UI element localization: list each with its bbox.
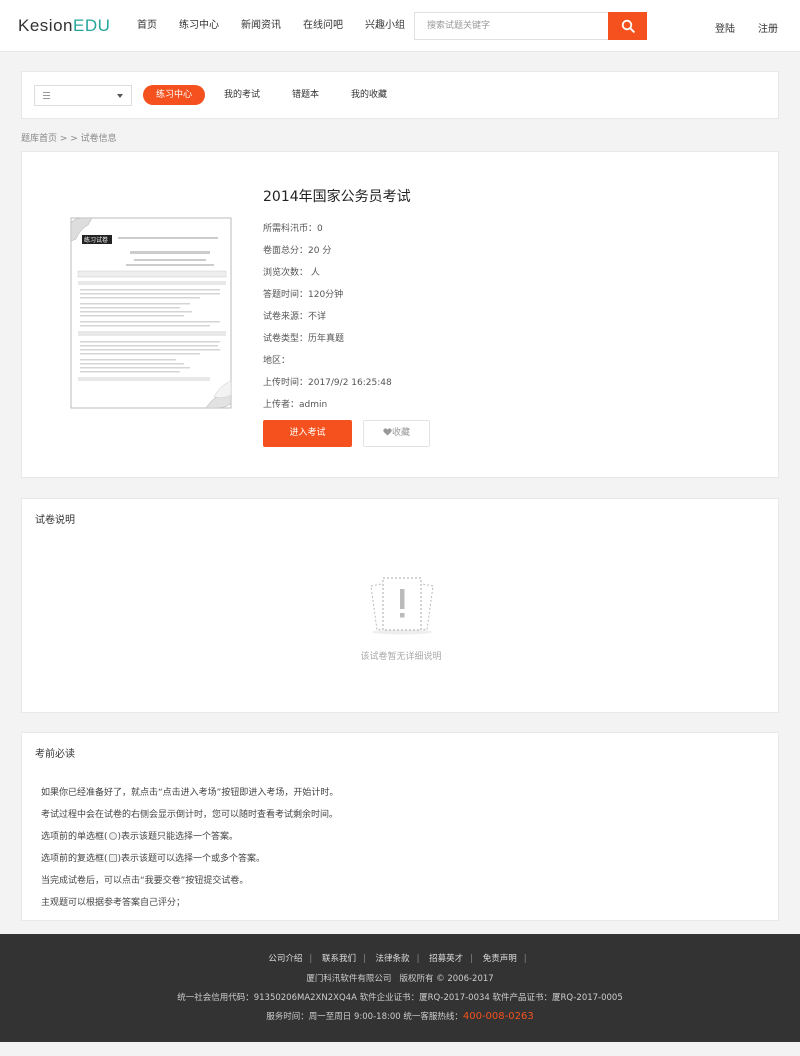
notice-title: 考前必读 bbox=[35, 749, 75, 760]
favorite-button[interactable]: 收藏 bbox=[363, 420, 430, 447]
radio-sample-icon bbox=[108, 832, 117, 840]
footer-copyright: 版权所有 © 2006-2017 bbox=[399, 974, 494, 984]
nav-practice[interactable]: 练习中心 bbox=[179, 0, 219, 52]
notice-line-4-prefix: 选项前的复选框( bbox=[41, 854, 108, 864]
main-nav: 首页 练习中心 新闻资讯 在线问吧 兴趣小组 bbox=[137, 0, 427, 52]
checkbox-sample-icon bbox=[108, 854, 117, 862]
exam-field-upload-time: 上传时间：2017/9/2 16:25:48 bbox=[263, 378, 392, 388]
site-footer: 公司介绍 | 联系我们 | 法律条款 | 招募英才 | 免责声明 | 厦门科汛软件有限公司… bbox=[0, 934, 800, 1042]
menu-icon bbox=[43, 92, 50, 99]
search-input[interactable] bbox=[415, 13, 608, 39]
footer-link-careers[interactable]: 招募英才 bbox=[429, 954, 463, 964]
notice-line-4-suffix: )表示该题可以选择一个或多个答案。 bbox=[117, 854, 266, 864]
footer-link-contact[interactable]: 联系我们 bbox=[322, 954, 356, 964]
breadcrumb[interactable]: 题库首页 > > 试卷信息 bbox=[21, 131, 117, 144]
footer-link-about[interactable]: 公司介绍 bbox=[268, 954, 302, 964]
tab-bar: 练习中心 我的考试 错题本 我的收藏 bbox=[21, 71, 779, 119]
exam-field-duration: 答题时间：120分钟 bbox=[263, 290, 344, 300]
logo-main: Kesion bbox=[18, 16, 73, 35]
tabs: 练习中心 我的考试 错题本 我的收藏 bbox=[143, 85, 406, 105]
logo[interactable]: KesionEDU bbox=[18, 16, 110, 36]
notice-line-1: 如果你已经准备好了，就点击“点击进入考场”按钮即进入考场，开始计时。 bbox=[41, 788, 339, 798]
notice-line-3: 选项前的单选框( )表示该题只能选择一个答案。 bbox=[41, 829, 238, 842]
nav-home[interactable]: 首页 bbox=[137, 0, 157, 52]
logo-accent: EDU bbox=[72, 16, 111, 35]
svg-text:练习试卷: 练习试卷 bbox=[84, 236, 108, 244]
enter-exam-button[interactable]: 进入考试 bbox=[263, 420, 352, 447]
exam-info-card: 练习试卷 2014年国家公务员考试 所需科汛币：0 卷面总分：20 分 浏览次数… bbox=[21, 151, 779, 478]
empty-document-icon bbox=[370, 577, 434, 635]
exam-field-type: 试卷类型：历年真题 bbox=[263, 334, 345, 344]
footer-company-line: 厦门科汛软件有限公司 版权所有 © 2006-2017 bbox=[0, 972, 800, 984]
tab-wrong-questions[interactable]: 错题本 bbox=[279, 85, 332, 105]
search-button[interactable] bbox=[608, 12, 647, 40]
description-title: 试卷说明 bbox=[35, 515, 75, 526]
notice-line-6: 主观题可以根据参考答案自己评分； bbox=[41, 898, 186, 908]
exam-notice-card: 考前必读 如果你已经准备好了，就点击“点击进入考场”按钮即进入考场，开始计时。 … bbox=[21, 732, 779, 921]
footer-link-disclaimer[interactable]: 免责声明 bbox=[483, 954, 517, 964]
notice-line-2: 考试过程中会在试卷的右侧会显示倒计时，您可以随时查看考试剩余时间。 bbox=[41, 810, 339, 820]
tab-my-favorites[interactable]: 我的收藏 bbox=[338, 85, 400, 105]
notice-line-4: 选项前的复选框( )表示该题可以选择一个或多个答案。 bbox=[41, 851, 265, 864]
register-link[interactable]: 注册 bbox=[758, 20, 778, 35]
tab-practice-center[interactable]: 练习中心 bbox=[143, 85, 206, 105]
nav-news[interactable]: 新闻资讯 bbox=[241, 0, 281, 52]
exam-field-coins: 所需科汛币：0 bbox=[263, 224, 323, 234]
notice-line-5: 当完成试卷后，可以点击“我要交卷”按钮提交试卷。 bbox=[41, 876, 249, 886]
footer-service: 服务时间：周一至周日 9:00-18:00 统一客服热线： bbox=[266, 1012, 463, 1022]
empty-description-text: 该试卷暂无详细说明 bbox=[360, 652, 442, 662]
heart-icon bbox=[383, 428, 392, 436]
footer-links: 公司介绍 | 联系我们 | 法律条款 | 招募英才 | 免责声明 | bbox=[268, 954, 527, 964]
exam-field-views: 浏览次数： 人 bbox=[263, 268, 320, 278]
site-header: KesionEDU 首页 练习中心 新闻资讯 在线问吧 兴趣小组 登陆 注册 bbox=[0, 0, 800, 52]
notice-line-3-suffix: )表示该题只能选择一个答案。 bbox=[117, 832, 239, 842]
notice-line-3-prefix: 选项前的单选框( bbox=[41, 832, 108, 842]
exam-field-total-score: 卷面总分：20 分 bbox=[263, 246, 332, 256]
tab-my-exams[interactable]: 我的考试 bbox=[211, 85, 273, 105]
exam-description-card: 试卷说明 该试卷暂无详细说明 bbox=[21, 498, 779, 713]
login-link[interactable]: 登陆 bbox=[715, 20, 735, 35]
search-box bbox=[414, 12, 647, 40]
chevron-down-icon bbox=[117, 94, 123, 98]
search-icon bbox=[621, 19, 635, 33]
footer-link-legal[interactable]: 法律条款 bbox=[376, 954, 410, 964]
favorite-label: 收藏 bbox=[391, 428, 410, 438]
exam-field-region: 地区： bbox=[263, 356, 291, 366]
nav-ask[interactable]: 在线问吧 bbox=[303, 0, 343, 52]
exam-paper-thumbnail: 练习试卷 bbox=[70, 217, 232, 409]
bottom-strip bbox=[0, 1042, 800, 1056]
exam-field-source: 试卷来源：不详 bbox=[263, 312, 327, 322]
category-select[interactable] bbox=[34, 85, 132, 106]
nav-groups[interactable]: 兴趣小组 bbox=[365, 0, 405, 52]
footer-service-line: 服务时间：周一至周日 9:00-18:00 统一客服热线：400-008-026… bbox=[0, 1010, 800, 1022]
footer-credit: 统一社会信用代码：91350206MA2XN2XQ4A 软件企业证书：厦RQ-2… bbox=[177, 993, 623, 1003]
exam-title: 2014年国家公务员考试 bbox=[263, 189, 411, 205]
footer-hotline[interactable]: 400-008-0263 bbox=[463, 1011, 534, 1022]
footer-company: 厦门科汛软件有限公司 bbox=[306, 974, 392, 984]
exam-field-uploader: 上传者：admin bbox=[263, 400, 328, 410]
